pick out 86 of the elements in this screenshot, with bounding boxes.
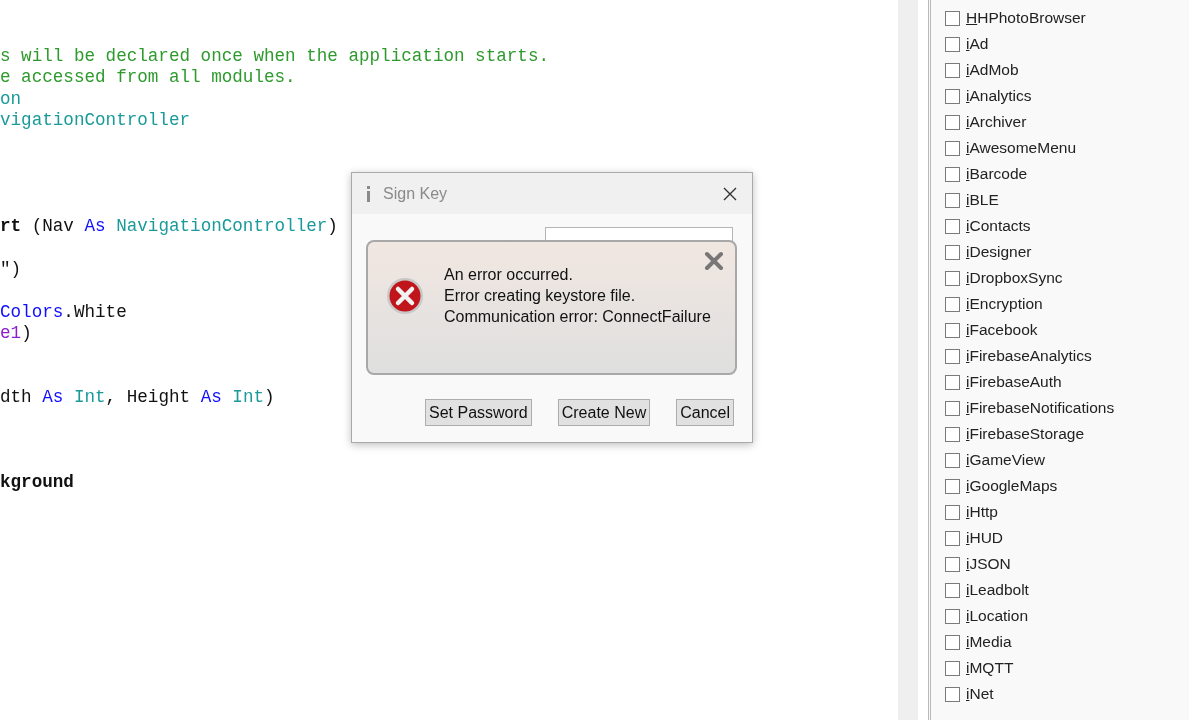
code-text: Colors — [0, 301, 64, 323]
checkbox[interactable] — [945, 296, 960, 312]
library-label[interactable]: iFirebaseNotifications — [966, 399, 1115, 417]
library-label[interactable]: iContacts — [966, 217, 1031, 235]
library-label[interactable]: iGoogleMaps — [966, 477, 1058, 495]
code-text: dth — [0, 386, 33, 409]
checkbox[interactable] — [945, 608, 960, 624]
library-label[interactable]: iAdMob — [966, 61, 1019, 79]
library-label[interactable]: iBLE — [966, 191, 999, 209]
checkbox[interactable] — [945, 140, 960, 156]
error-message: An error occurred. — [444, 265, 574, 285]
checkbox[interactable] — [945, 660, 960, 676]
library-label[interactable]: iMedia — [966, 633, 1012, 651]
code-text: , Height — [105, 386, 192, 409]
code-text: ) — [264, 386, 275, 409]
checkbox[interactable] — [945, 400, 960, 416]
library-label[interactable]: iFirebaseAuth — [966, 373, 1062, 391]
code-text: kground — [0, 471, 74, 494]
code-text: ) — [21, 322, 32, 345]
library-label[interactable]: iLocation — [966, 607, 1029, 625]
error-message: Communication error: ConnectFailure — [444, 307, 711, 327]
library-label[interactable]: iAd — [966, 35, 989, 53]
checkbox[interactable] — [945, 348, 960, 364]
checkbox[interactable] — [945, 166, 960, 182]
checkbox[interactable] — [945, 322, 960, 338]
info-icon — [366, 185, 371, 202]
checkbox[interactable] — [945, 478, 960, 494]
dialog-button[interactable]: Cancel — [676, 399, 734, 426]
library-label[interactable]: iJSON — [966, 555, 1011, 573]
library-label[interactable]: iBarcode — [966, 165, 1028, 183]
code-text: NavigationController — [116, 216, 328, 238]
library-label[interactable]: iHUD — [966, 529, 1004, 547]
library-label[interactable]: iFirebaseAnalytics — [966, 347, 1092, 365]
library-label[interactable]: iDesigner — [966, 243, 1032, 261]
library-label[interactable]: iHttp — [966, 503, 998, 521]
checkbox[interactable] — [945, 686, 960, 702]
checkbox[interactable] — [945, 62, 960, 78]
library-label[interactable]: iEncryption — [966, 295, 1043, 313]
code-text: e accessed from all modules. — [0, 67, 296, 89]
library-label[interactable]: iLeadbolt — [966, 581, 1029, 599]
library-label[interactable]: iDropboxSync — [966, 269, 1063, 287]
checkbox[interactable] — [945, 244, 960, 260]
checkbox[interactable] — [945, 452, 960, 468]
close-icon[interactable] — [722, 185, 738, 202]
library-label[interactable]: iAwesomeMenu — [966, 139, 1076, 157]
checkbox[interactable] — [945, 36, 960, 52]
code-text: As — [42, 386, 65, 409]
checkbox[interactable] — [945, 192, 960, 208]
library-label[interactable]: HHPhotoBrowser — [966, 9, 1086, 27]
checkbox[interactable] — [945, 556, 960, 572]
code-text: As — [84, 216, 107, 238]
dialog-button[interactable]: Set Password — [425, 399, 532, 426]
checkbox[interactable] — [945, 88, 960, 104]
checkbox[interactable] — [945, 114, 960, 130]
code-text: .White — [63, 301, 127, 323]
library-label[interactable]: iFirebaseStorage — [966, 425, 1085, 443]
code-text: e1 — [0, 322, 22, 345]
checkbox[interactable] — [945, 270, 960, 286]
error-icon — [386, 276, 424, 315]
library-label[interactable]: iAnalytics — [966, 87, 1032, 105]
library-label[interactable]: iFacebook — [966, 321, 1038, 339]
error-message: Error creating keystore file. — [444, 286, 637, 306]
checkbox[interactable] — [945, 426, 960, 442]
checkbox[interactable] — [945, 374, 960, 390]
code-text: ") — [0, 258, 22, 281]
window-title: Sign Key — [383, 184, 449, 203]
code-text: Int — [73, 386, 106, 409]
checkbox[interactable] — [945, 218, 960, 234]
code-text: Int — [232, 386, 264, 409]
code-text: ) — [327, 216, 338, 238]
library-label[interactable]: iNet — [966, 685, 994, 703]
checkbox[interactable] — [945, 504, 960, 520]
library-label[interactable]: iMQTT — [966, 659, 1014, 677]
library-label[interactable]: iArchiver — [966, 113, 1027, 131]
code-text: s will be declared once when the application starts. — [0, 46, 549, 68]
code-text: on — [0, 88, 22, 110]
dialog-button[interactable]: Create New — [557, 399, 651, 426]
code-text: As — [200, 386, 223, 409]
code-text: (Nav — [30, 216, 75, 238]
checkbox[interactable] — [945, 530, 960, 546]
library-label[interactable]: iGameView — [966, 451, 1045, 469]
checkbox[interactable] — [945, 582, 960, 598]
code-text: rt — [0, 216, 22, 238]
code-text: vigationController — [0, 109, 191, 132]
checkbox[interactable] — [945, 634, 960, 650]
checkbox[interactable] — [945, 10, 960, 26]
